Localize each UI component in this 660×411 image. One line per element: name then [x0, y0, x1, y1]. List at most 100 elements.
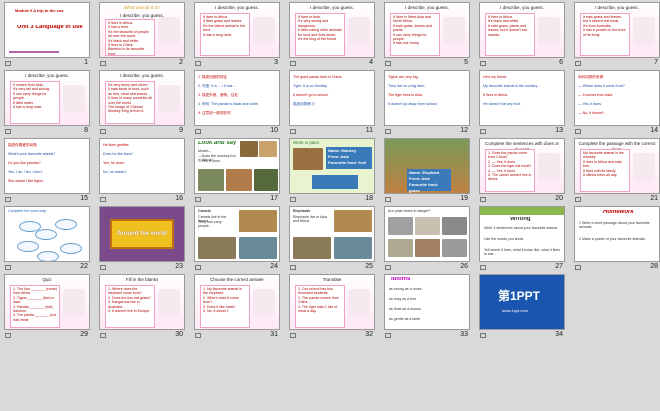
slide-thumbnail-30[interactable]: Fill in the blanks 1. Where does the elep…: [99, 274, 185, 341]
slide-thumbnail-7[interactable]: I describe, you guess. It eats grass and …: [574, 2, 660, 69]
slide-thumbnail-24[interactable]: Camels Camels live in the desert. They can…: [194, 206, 280, 273]
slide-transition-icon: [480, 197, 486, 202]
slide-preview: Complete the passage with the correct fo…: [574, 138, 660, 194]
slide-thumbnail-28[interactable]: Homework 1 Write a short passage about yo…: [574, 206, 660, 273]
slide-thumbnail-32[interactable]: Translate 1. Our school has two thousand …: [289, 274, 375, 341]
slide-thumbnail-31[interactable]: Choose the correct answer 1. My favourite…: [194, 274, 280, 341]
slide-thumbnail-12[interactable]: Tigers are very big. They live on a big f…: [384, 70, 470, 137]
slide-number: 9: [179, 127, 183, 134]
text-line: No, he doesn't.: [103, 170, 128, 174]
description-box: 1. Does the panda come from China? 2. — Y…: [485, 149, 535, 192]
slide-thumbnail-16[interactable]: He likes giraffes. Does he like lions? Yes…: [99, 138, 185, 205]
text-line: It doesn't go to school.: [293, 93, 329, 97]
animal-photo: [259, 141, 277, 157]
slide-thumbnail-23[interactable]: Around the world 23: [99, 206, 185, 273]
slide-preview: 1. 描述动物的特征 2. 句型: It is ... / It has ... 3…: [194, 70, 280, 126]
animal-photo: [239, 210, 277, 232]
description-line: It eats grass, plants and leaves, but it…: [488, 23, 527, 37]
slide-thumbnail-6[interactable]: I describe, you guess. It lives in Africa…: [479, 2, 565, 69]
slide-thumbnail-13[interactable]: He's my friend. My favourite animal is th…: [479, 70, 565, 137]
slide-thumbnail-5[interactable]: I describe, you guess. It lives in West A…: [384, 2, 470, 69]
slide-thumbnail-25[interactable]: Elephants Elephants live in Asia and Afri…: [289, 206, 375, 273]
slide-thumbnail-29[interactable]: Quiz 1. The lion _______ (come) from Afri…: [4, 274, 90, 341]
description-line: The image of Chinese Monkey King is from…: [108, 105, 145, 114]
slide-thumbnail-15[interactable]: 描述你喜爱的动物 What's your favourite animal? Do …: [4, 138, 90, 205]
description-box: It's very funny and clever. It eats kinds…: [105, 81, 155, 124]
slide-thumbnail-17[interactable]: Look and say Model— —Does the monkey live …: [194, 138, 280, 205]
animal-photo: [293, 237, 331, 259]
slide-preview: 询问动物的来源 — Where does it come from? — It co…: [574, 70, 660, 126]
slide-number: 7: [654, 59, 658, 66]
slide-preview: Complete the sentences with does or does…: [479, 138, 565, 194]
slide-thumbnail-4[interactable]: I describe, you guess. It lives in Asia. I…: [289, 2, 375, 69]
homework-line: 2 Make a poster of your favourite animal…: [579, 237, 646, 241]
slide-number: 20: [555, 195, 563, 202]
slide-sorter-grid: Module 6 A trip to the zoo Unit 3 Languag…: [4, 2, 660, 408]
word-map-node: [60, 243, 82, 254]
logo-text: 第1PPT: [498, 289, 541, 303]
description-line: 1. The lion _______ (come) from Africa.: [13, 287, 57, 296]
slide-thumbnail-26[interactable]: Are polar bears in danger? 26: [384, 206, 470, 273]
slide-number: 24: [270, 263, 278, 270]
slide-title: Choose the correct answer: [210, 277, 264, 282]
animal-picture: [63, 289, 85, 317]
text-line: 3. 描述外貌、食物、住处: [198, 93, 238, 97]
slide-title: Quiz: [42, 277, 52, 282]
slide-thumbnail-10[interactable]: 1. 描述动物的特征 2. 句型: It is ... / It has ... 3…: [194, 70, 280, 137]
animal-photo: [239, 237, 277, 259]
slide-number: 13: [555, 127, 563, 134]
slide-transition-icon: [195, 333, 201, 338]
slide-number: 31: [270, 331, 278, 338]
slide-thumbnail-19[interactable]: Name: Elephant From: Asia Favourite food: …: [384, 138, 470, 205]
slide-preview: Look and say Model— —Does the monkey live …: [194, 138, 280, 194]
slide-thumbnail-1[interactable]: Module 6 A trip to the zoo Unit 3 Languag…: [4, 2, 90, 69]
slide-thumbnail-21[interactable]: Complete the passage with the correct fo…: [574, 138, 660, 205]
slide-thumbnail-9[interactable]: I describe, you guess. It's very funny an…: [99, 70, 185, 137]
animal-picture: [538, 153, 560, 181]
slide-thumbnail-22[interactable]: Complete the word map 22: [4, 206, 90, 273]
text-line: It lives in Africa.: [483, 93, 508, 97]
description-line: It's the favourite of people all over th…: [108, 29, 150, 39]
slide-thumbnail-14[interactable]: 询问动物的来源 — Where does it come from? — It co…: [574, 70, 660, 137]
slide-transition-icon: [480, 129, 486, 134]
slide-preview: I describe, you guess. It lives in Africa…: [194, 2, 280, 58]
description-line: 5. The camel doesn't live in Africa.: [488, 173, 532, 182]
slide-thumbnail-11[interactable]: The giant panda lives in China. Tiger: It…: [289, 70, 375, 137]
description-line: 1. My favourite animal is the elephant.: [203, 287, 242, 296]
text-line: The giant panda lives in China.: [293, 75, 343, 79]
slide-thumbnail-3[interactable]: I describe, you guess. It lives in Africa…: [194, 2, 280, 69]
text-line: Yes, he does.: [103, 161, 125, 165]
slide-thumbnail-27[interactable]: Writing Write 3 sentences about your favo…: [479, 206, 565, 273]
slide-number: 22: [80, 263, 88, 270]
slide-subtitle: Unit 3 Language in use: [17, 25, 83, 30]
slide-thumbnail-34[interactable]: 第1PPT www.1ppt.com 34: [479, 274, 565, 341]
animal-photo: [442, 217, 467, 235]
slide-thumbnail-18[interactable]: Work in pairs Name: Monkey From: Asia Favou…: [289, 138, 375, 205]
slide-title: idioms: [391, 277, 411, 282]
description-line: 2. Where does it come from?: [203, 295, 239, 305]
info-food: Favourite food: fruit: [328, 160, 366, 165]
info-food: Favourite food: grass: [409, 182, 439, 193]
slide-number: 27: [555, 263, 563, 270]
slide-thumbnail-20[interactable]: Complete the sentences with does or does…: [479, 138, 565, 205]
description-line: It eats grass, leaves and plants.: [393, 23, 432, 33]
description-line: It eats kinds of food, such as fruit, me…: [108, 87, 149, 96]
animal-photo: [415, 239, 440, 257]
animal-picture: [348, 289, 370, 317]
slide-number: 33: [460, 331, 468, 338]
slide-transition-icon: [385, 197, 391, 202]
description-box: It lives in West Asia and North Africa. I…: [390, 13, 440, 56]
description-line: It can carry things for people.: [13, 91, 47, 101]
title-banner: Around the world: [110, 219, 174, 249]
text-line: He doesn't eat any fruit.: [483, 102, 521, 106]
info-card: Name: Monkey From: Asia Favourite food: fr…: [326, 147, 372, 169]
slide-thumbnail-8[interactable]: I describe, you guess. It comes from Asia…: [4, 70, 90, 137]
slide-preview: Complete the word map: [4, 206, 90, 262]
caption-line: They can carry people.: [198, 220, 222, 229]
slide-thumbnail-2[interactable]: What animal is it? I describe, you guess.…: [99, 2, 185, 69]
slide-thumbnail-33[interactable]: idioms as strong as a horse as busy as a b…: [384, 274, 470, 341]
slide-number: 15: [80, 195, 88, 202]
slide-preview: Module 6 A trip to the zoo Unit 3 Languag…: [4, 2, 90, 58]
slide-preview: Work in pairs Name: Monkey From: Asia Favou…: [289, 138, 375, 194]
info-card-bottom: [312, 175, 358, 189]
